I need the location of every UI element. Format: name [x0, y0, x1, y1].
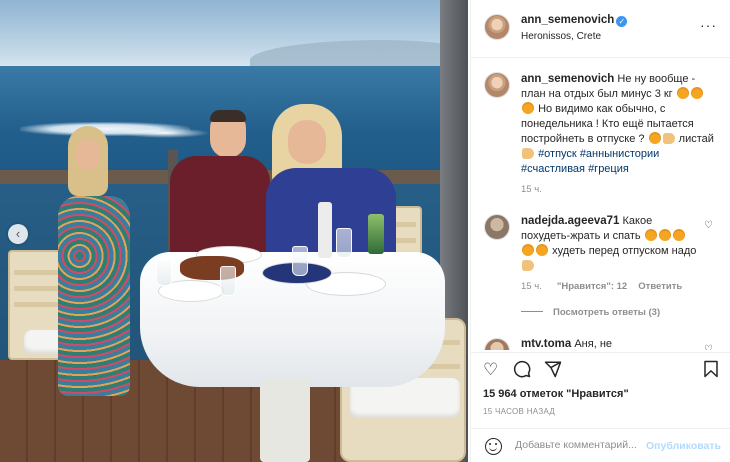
laughing-emoji-icon [536, 244, 548, 256]
caption-time[interactable]: 15 ч. [521, 184, 542, 195]
laughing-emoji-icon [658, 229, 671, 241]
hashtag[interactable]: #греция [588, 163, 629, 175]
bottle [368, 214, 384, 254]
post-header: ann_semenovich ✓ Heronissos, Crete ··· [471, 0, 730, 58]
water-glass [292, 246, 308, 276]
commenter-avatar[interactable] [484, 338, 510, 350]
comment-username[interactable]: mtv.toma [521, 338, 571, 350]
salt-mill [318, 202, 332, 258]
comment-likes[interactable]: "Нравится": 12 [557, 281, 627, 292]
man-center [170, 110, 270, 260]
laughing-emoji-icon [644, 229, 657, 241]
action-bar: ♡ [471, 352, 730, 382]
heart-icon[interactable]: ♡ [483, 361, 498, 379]
verified-badge-icon: ✓ [616, 16, 628, 27]
chevron-left-icon: ‹ [15, 226, 21, 241]
pointing-hand-icon [662, 133, 675, 144]
comment-like-heart-icon[interactable]: ♡ [704, 344, 713, 350]
comment-time[interactable]: 15 ч. [521, 281, 542, 292]
add-comment-form: Опубликовать [471, 428, 730, 462]
comment: mtv.toma Аня, не [521, 338, 612, 350]
reply-button[interactable]: Ответить [638, 281, 682, 292]
water-glass [156, 256, 172, 286]
laughing-emoji-icon [676, 87, 689, 99]
comment: nadejda.ageeva71 Какое похудеть-жрать и … [521, 214, 701, 274]
hashtag[interactable]: #аннынистории [580, 148, 659, 160]
commenter-avatar[interactable] [484, 214, 510, 240]
author-avatar[interactable] [484, 72, 510, 98]
comment-username[interactable]: nadejda.ageeva71 [521, 215, 619, 227]
post-time[interactable]: 15 ЧАСОВ НАЗАД [483, 407, 555, 416]
author-avatar[interactable] [484, 14, 510, 40]
post-side-panel: ann_semenovich ✓ Heronissos, Crete ··· an… [470, 0, 730, 462]
likes-count[interactable]: 15 964 отметок "Нравится" [483, 388, 629, 400]
caption-username[interactable]: ann_semenovich [521, 73, 614, 85]
post-location[interactable]: Heronissos, Crete [521, 31, 601, 42]
pointing-hand-icon [522, 260, 534, 271]
laughing-emoji-icon [690, 87, 703, 99]
view-replies[interactable]: Посмотреть ответы (3) [521, 306, 660, 318]
author-username[interactable]: ann_semenovich [521, 14, 614, 26]
laughing-emoji-icon [648, 132, 661, 144]
pointing-hand-icon [522, 148, 534, 159]
view-replies-label: Посмотреть ответы (3) [553, 307, 661, 318]
more-horizontal-icon[interactable]: ··· [700, 17, 717, 33]
laughing-emoji-icon [522, 244, 534, 256]
publish-button[interactable]: Опубликовать [646, 440, 721, 452]
paper-plane-icon[interactable] [544, 360, 562, 382]
hashtag[interactable]: #счастливая [521, 163, 585, 175]
divider [521, 311, 543, 312]
comments-list: ann_semenovich Не ну вообще - план на от… [471, 58, 730, 350]
comment-text: Аня, не [574, 338, 613, 350]
table-base [260, 380, 310, 462]
smiley-icon[interactable] [485, 438, 502, 455]
caption: ann_semenovich Не ну вообще - план на от… [521, 72, 717, 177]
comment-icon[interactable] [513, 360, 531, 382]
water-glass [336, 228, 352, 258]
post-photo[interactable]: ‹ [0, 0, 468, 462]
comment-input[interactable] [515, 439, 640, 451]
laughing-emoji-icon [672, 229, 685, 241]
water-glass [220, 266, 236, 296]
comment-text: худеть перед отпуском надо [552, 245, 697, 257]
comment-like-heart-icon[interactable]: ♡ [704, 220, 713, 231]
woman-left [56, 126, 146, 406]
hashtag[interactable]: #отпуск [538, 148, 577, 160]
bookmark-icon[interactable] [703, 360, 719, 382]
laughing-emoji-icon [522, 102, 534, 114]
carousel-prev-button[interactable]: ‹ [8, 224, 28, 244]
caption-text: листай [678, 133, 714, 145]
